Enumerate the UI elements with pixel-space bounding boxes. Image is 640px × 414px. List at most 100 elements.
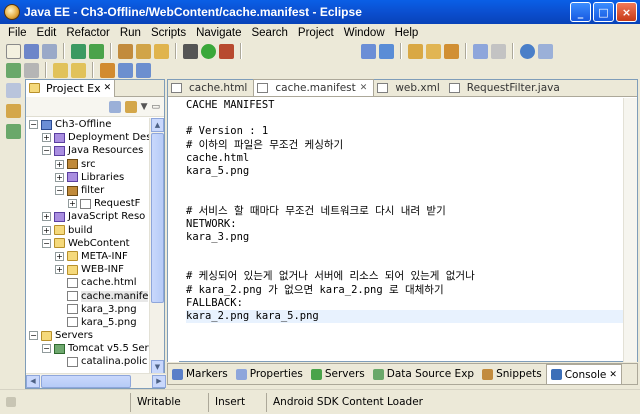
menu-help[interactable]: Help bbox=[390, 27, 424, 39]
tree-item[interactable]: cache.manife bbox=[26, 289, 150, 302]
tree-item[interactable]: kara_5.png bbox=[26, 316, 150, 329]
open-folder-icon[interactable] bbox=[408, 43, 423, 59]
editor-tab[interactable]: cache.html bbox=[168, 80, 253, 96]
expand-toggle-icon[interactable]: + bbox=[55, 251, 64, 261]
menu-scripts[interactable]: Scripts bbox=[146, 27, 191, 39]
menu-navigate[interactable]: Navigate bbox=[191, 27, 246, 39]
minimize-view-icon[interactable]: ▭ bbox=[151, 102, 160, 112]
tree-item[interactable]: + JavaScript Reso bbox=[26, 210, 150, 223]
tree-item[interactable]: + WEB-INF bbox=[26, 263, 150, 276]
tree-item[interactable]: + build bbox=[26, 224, 150, 237]
tree-item[interactable]: + META-INF bbox=[26, 250, 150, 263]
tree-item[interactable]: − Ch3-Offline bbox=[26, 118, 150, 131]
menu-refactor[interactable]: Refactor bbox=[61, 27, 114, 39]
open-file-icon[interactable] bbox=[426, 43, 441, 59]
scroll-down-icon[interactable]: ▼ bbox=[151, 360, 164, 374]
view-tab[interactable]: Data Source Exp bbox=[369, 364, 478, 384]
tree-item[interactable]: + src bbox=[26, 158, 150, 171]
menu-run[interactable]: Run bbox=[115, 27, 146, 39]
expand-toggle-icon[interactable]: − bbox=[42, 146, 51, 156]
editor-tab[interactable]: RequestFilter.java bbox=[446, 80, 566, 96]
close-editor-icon[interactable]: ✕ bbox=[360, 83, 368, 93]
view-tab[interactable]: Snippets bbox=[478, 364, 546, 384]
hierarchy-icon[interactable] bbox=[5, 103, 21, 119]
view-menu-icon[interactable]: ▼ bbox=[141, 102, 148, 112]
external-tools-icon[interactable] bbox=[219, 43, 234, 59]
tree-item[interactable]: + RequestF bbox=[26, 197, 150, 210]
save-icon[interactable] bbox=[24, 43, 39, 59]
fast-view-icon[interactable] bbox=[6, 397, 16, 407]
view-tab[interactable]: Servers bbox=[307, 364, 369, 384]
perspective-icon[interactable] bbox=[538, 43, 553, 59]
view-tab[interactable]: Properties bbox=[232, 364, 307, 384]
tree-vertical-scrollbar[interactable]: ▲ ▼ bbox=[149, 118, 164, 374]
expand-toggle-icon[interactable]: − bbox=[29, 120, 38, 130]
close-tab-icon[interactable]: ✕ bbox=[104, 83, 112, 93]
view-tab[interactable]: Markers bbox=[168, 364, 232, 384]
editor-tab[interactable]: web.xml bbox=[374, 80, 445, 96]
scroll-thumb[interactable] bbox=[151, 133, 164, 303]
add-icon[interactable] bbox=[6, 62, 21, 78]
close-view-icon[interactable]: ✕ bbox=[609, 370, 617, 380]
tab-project-explorer[interactable]: Project Ex ✕ bbox=[26, 79, 116, 97]
outline-icon[interactable] bbox=[5, 124, 21, 140]
menu-search[interactable]: Search bbox=[246, 27, 292, 39]
view-tab[interactable]: Console ✕ bbox=[545, 364, 622, 384]
menu-file[interactable]: File bbox=[3, 27, 32, 39]
expand-toggle-icon[interactable]: − bbox=[29, 331, 38, 341]
new-icon[interactable] bbox=[6, 43, 21, 59]
open-type-icon[interactable] bbox=[118, 43, 133, 59]
expand-toggle-icon[interactable]: + bbox=[55, 159, 64, 169]
prev-annotation-icon[interactable] bbox=[71, 62, 86, 78]
last-edit-icon[interactable] bbox=[100, 62, 115, 78]
minimized-view-icon[interactable] bbox=[5, 83, 21, 98]
expand-toggle-icon[interactable]: + bbox=[55, 172, 64, 182]
forward-icon[interactable] bbox=[136, 62, 151, 78]
scroll-right-icon[interactable]: ▶ bbox=[152, 375, 166, 388]
scroll-left-icon[interactable]: ◀ bbox=[26, 375, 40, 388]
deploy-icon[interactable] bbox=[89, 43, 104, 59]
new-class-icon[interactable] bbox=[361, 43, 376, 59]
toggle-mark-icon[interactable] bbox=[473, 43, 488, 59]
paragraph-icon[interactable] bbox=[491, 43, 506, 59]
tree-item[interactable]: cache.html bbox=[26, 276, 150, 289]
run-icon[interactable] bbox=[201, 43, 216, 59]
tree-item[interactable]: − Tomcat v5.5 Ser bbox=[26, 342, 150, 355]
tree-item[interactable]: kara_3.png bbox=[26, 303, 150, 316]
tree-item[interactable]: − Servers bbox=[26, 329, 150, 342]
close-button[interactable]: × bbox=[616, 2, 637, 22]
new-package-icon[interactable] bbox=[379, 43, 394, 59]
scroll-up-icon[interactable]: ▲ bbox=[151, 118, 164, 132]
expand-toggle-icon[interactable]: + bbox=[55, 265, 64, 275]
link-editor-icon[interactable] bbox=[124, 100, 137, 113]
search-tool-icon[interactable] bbox=[444, 43, 459, 59]
back-icon[interactable] bbox=[118, 62, 133, 78]
collapse-all-icon[interactable] bbox=[108, 100, 121, 113]
minimize-button[interactable]: _ bbox=[570, 2, 591, 22]
tree-item[interactable]: − Java Resources bbox=[26, 144, 150, 157]
new-folder-icon[interactable] bbox=[154, 43, 169, 59]
expand-toggle-icon[interactable]: − bbox=[42, 238, 51, 248]
tree-item[interactable]: + Libraries bbox=[26, 171, 150, 184]
server-icon[interactable] bbox=[71, 43, 86, 59]
globe-icon[interactable] bbox=[520, 43, 535, 59]
tree-horizontal-scrollbar[interactable]: ◀ ▶ bbox=[26, 373, 166, 388]
expand-toggle-icon[interactable]: + bbox=[42, 133, 51, 143]
view-icon[interactable] bbox=[24, 62, 39, 78]
expand-toggle-icon[interactable]: + bbox=[42, 225, 51, 235]
folder-icon[interactable] bbox=[136, 43, 151, 59]
menu-project[interactable]: Project bbox=[293, 27, 339, 39]
editor-body[interactable]: CACHE MANIFEST # Version : 1 # 이하의 파일은 무조건… bbox=[168, 98, 624, 362]
expand-toggle-icon[interactable]: − bbox=[55, 186, 64, 196]
menu-window[interactable]: Window bbox=[339, 27, 390, 39]
next-annotation-icon[interactable] bbox=[53, 62, 68, 78]
code-text[interactable]: CACHE MANIFEST # Version : 1 # 이하의 파일은 무조건… bbox=[186, 99, 624, 324]
menu-edit[interactable]: Edit bbox=[32, 27, 62, 39]
expand-toggle-icon[interactable]: − bbox=[42, 344, 51, 354]
maximize-button[interactable]: □ bbox=[593, 2, 614, 22]
expand-toggle-icon[interactable]: + bbox=[68, 199, 77, 209]
tree-item[interactable]: + Deployment Des bbox=[26, 131, 150, 144]
tree-item[interactable]: − WebContent bbox=[26, 237, 150, 250]
editor-scrollbar[interactable] bbox=[623, 98, 637, 362]
print-icon[interactable] bbox=[42, 43, 57, 59]
